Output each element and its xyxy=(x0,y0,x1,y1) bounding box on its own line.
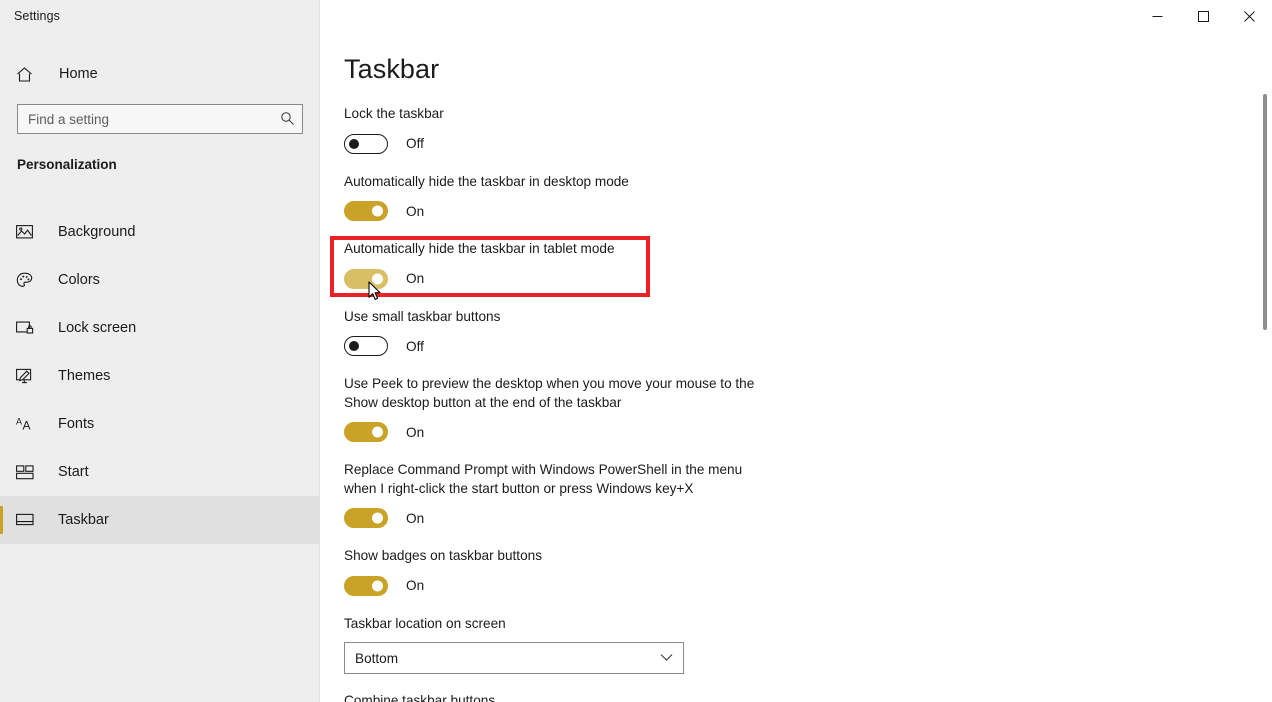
toggle-auto-hide-tablet-mode[interactable] xyxy=(344,268,388,289)
toggle-state-label: Off xyxy=(406,338,424,354)
sidebar-item-lock-screen[interactable]: Lock screen xyxy=(0,304,320,352)
sidebar-item-colors[interactable]: Colors xyxy=(0,256,320,304)
sidebar-item-label: Lock screen xyxy=(58,320,137,336)
toggle-knob xyxy=(349,341,359,351)
sidebar-item-start[interactable]: Start xyxy=(0,448,320,496)
vertical-scrollbar[interactable] xyxy=(1257,32,1272,702)
scrollbar-thumb[interactable] xyxy=(1263,94,1267,330)
search-container xyxy=(17,104,303,134)
toggle-row: On xyxy=(344,575,804,597)
sidebar-item-label: Taskbar xyxy=(58,512,109,528)
window-title: Settings xyxy=(14,9,60,23)
toggle-knob xyxy=(372,426,383,438)
svg-text:A: A xyxy=(16,416,22,426)
chevron-down-icon xyxy=(660,649,673,667)
setting-label: Automatically hide the taskbar in deskto… xyxy=(344,173,629,189)
toggle-state-label: Off xyxy=(406,136,424,151)
toggle-row: Off xyxy=(344,335,804,357)
setting-label: Taskbar location on screen xyxy=(344,615,506,631)
setting-label: Automatically hide the taskbar in tablet… xyxy=(344,241,615,256)
toggle-row: Off xyxy=(344,133,804,155)
setting-label: Lock the taskbar xyxy=(344,106,444,121)
sidebar-item-label: Fonts xyxy=(58,416,95,432)
minimize-icon xyxy=(1152,15,1162,17)
sidebar: Home Personalization xyxy=(0,0,320,702)
theme-brush-icon xyxy=(16,368,38,385)
page-title: Taskbar xyxy=(344,54,440,84)
setting-label: Show badges on taskbar buttons xyxy=(344,548,542,563)
setting-label: Use Peek to preview the desktop when you… xyxy=(344,376,755,410)
sidebar-nav-list: Background Colors Lock screen Themes A A… xyxy=(0,208,320,544)
sidebar-item-taskbar[interactable]: Taskbar xyxy=(0,496,320,544)
maximize-icon xyxy=(1197,10,1209,22)
home-icon xyxy=(16,66,38,83)
palette-icon xyxy=(16,272,38,289)
search-input[interactable] xyxy=(17,104,303,134)
settings-list: Lock the taskbar Off Automatically hide … xyxy=(344,105,804,702)
toggle-state-label: On xyxy=(406,510,425,526)
title-bar: Settings xyxy=(0,0,1272,32)
setting-label: Use small taskbar buttons xyxy=(344,308,501,324)
toggle-use-peek-preview-desktop[interactable] xyxy=(344,422,388,442)
sidebar-item-label: Colors xyxy=(58,272,100,288)
setting-use-peek-preview-desktop: Use Peek to preview the desktop when you… xyxy=(344,375,804,443)
sidebar-item-themes[interactable]: Themes xyxy=(0,352,320,400)
svg-text:A: A xyxy=(23,418,31,432)
setting-show-badges-on-taskbar-buttons: Show badges on taskbar buttons On xyxy=(344,547,804,597)
toggle-state-label: On xyxy=(406,424,425,440)
toggle-knob xyxy=(349,138,359,149)
close-icon xyxy=(1243,10,1255,22)
image-icon xyxy=(16,224,38,240)
dropdown-taskbar-location[interactable]: Bottom xyxy=(344,642,684,674)
setting-replace-command-prompt-powershell: Replace Command Prompt with Windows Powe… xyxy=(344,461,804,529)
sidebar-item-label: Background xyxy=(58,224,136,240)
close-button[interactable] xyxy=(1226,0,1272,32)
settings-window: Settings Home Find a setting Personaliza… xyxy=(0,0,1272,702)
taskbar-icon xyxy=(16,513,38,527)
lock-screen-icon xyxy=(16,320,38,336)
setting-auto-hide-tablet-mode: Automatically hide the taskbar in tablet… xyxy=(344,240,804,290)
toggle-replace-command-prompt-powershell[interactable] xyxy=(344,508,388,528)
window-controls xyxy=(1134,0,1272,32)
maximize-button[interactable] xyxy=(1180,0,1226,32)
start-tiles-icon xyxy=(16,464,38,480)
sidebar-item-background[interactable]: Background xyxy=(0,208,320,256)
sidebar-item-home[interactable]: Home xyxy=(0,57,320,91)
setting-use-small-taskbar-buttons: Use small taskbar buttons Off xyxy=(344,308,804,358)
toggle-knob xyxy=(372,205,383,217)
setting-label: Combine taskbar buttons xyxy=(344,693,496,702)
toggle-knob xyxy=(372,580,383,591)
sidebar-item-label: Start xyxy=(58,464,89,480)
setting-label: Replace Command Prompt with Windows Powe… xyxy=(344,462,743,496)
sidebar-section-heading: Personalization xyxy=(17,157,117,172)
setting-lock-the-taskbar: Lock the taskbar Off xyxy=(344,105,804,155)
setting-auto-hide-desktop-mode: Automatically hide the taskbar in deskto… xyxy=(344,173,804,223)
toggle-lock-the-taskbar[interactable] xyxy=(344,133,388,154)
toggle-row: On xyxy=(344,268,804,290)
toggle-row: On xyxy=(344,421,804,443)
main-content: Taskbar Lock the taskbar Off Automatical… xyxy=(320,0,1272,702)
toggle-knob xyxy=(372,273,383,284)
sidebar-item-fonts[interactable]: A A Fonts xyxy=(0,400,320,448)
home-label: Home xyxy=(59,66,98,82)
setting-combine-taskbar-buttons: Combine taskbar buttons xyxy=(344,692,804,702)
toggle-knob xyxy=(372,512,383,524)
toggle-auto-hide-desktop-mode[interactable] xyxy=(344,201,388,221)
toggle-use-small-taskbar-buttons[interactable] xyxy=(344,336,388,356)
setting-taskbar-location-on-screen: Taskbar location on screen Bottom xyxy=(344,615,804,674)
toggle-row: On xyxy=(344,507,804,529)
toggle-show-badges-on-taskbar-buttons[interactable] xyxy=(344,575,388,596)
toggle-row: On xyxy=(344,200,804,222)
minimize-button[interactable] xyxy=(1134,0,1180,32)
sidebar-item-label: Themes xyxy=(58,368,111,384)
fonts-icon: A A xyxy=(16,416,38,433)
dropdown-selected-value: Bottom xyxy=(355,650,399,666)
toggle-state-label: On xyxy=(406,578,425,593)
toggle-state-label: On xyxy=(406,203,425,219)
toggle-state-label: On xyxy=(406,271,425,286)
